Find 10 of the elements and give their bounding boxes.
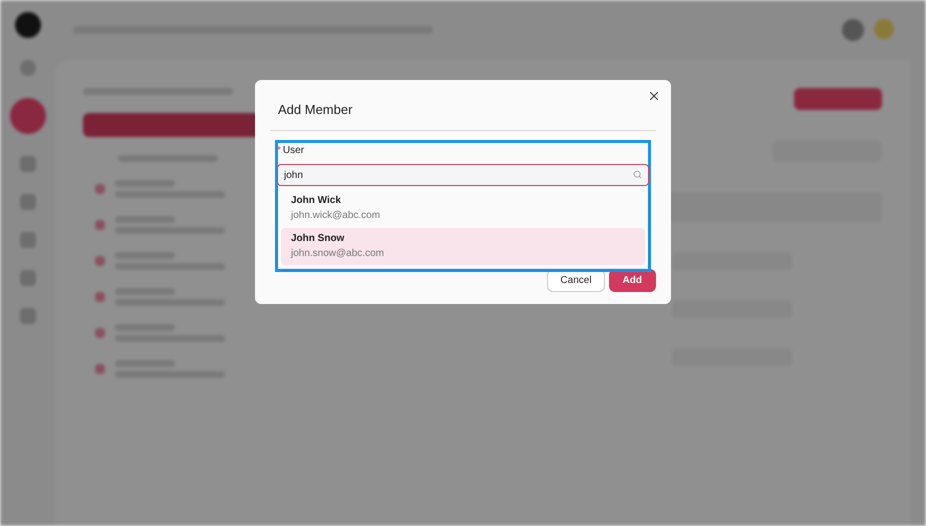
- field-label: User: [282, 144, 304, 158]
- search-field[interactable]: john: [277, 164, 649, 186]
- search-icon: [633, 170, 642, 179]
- user-name: John Snow: [291, 233, 346, 245]
- user-option[interactable]: John Snow john.snow@abc.com: [281, 228, 645, 265]
- close-icon: [647, 89, 661, 103]
- user-name: John Wick: [291, 195, 342, 207]
- user-email: john.snow@abc.com: [291, 248, 385, 260]
- user-email: john.wick@abc.com: [291, 210, 382, 222]
- dialog-title: Add Member: [277, 101, 354, 119]
